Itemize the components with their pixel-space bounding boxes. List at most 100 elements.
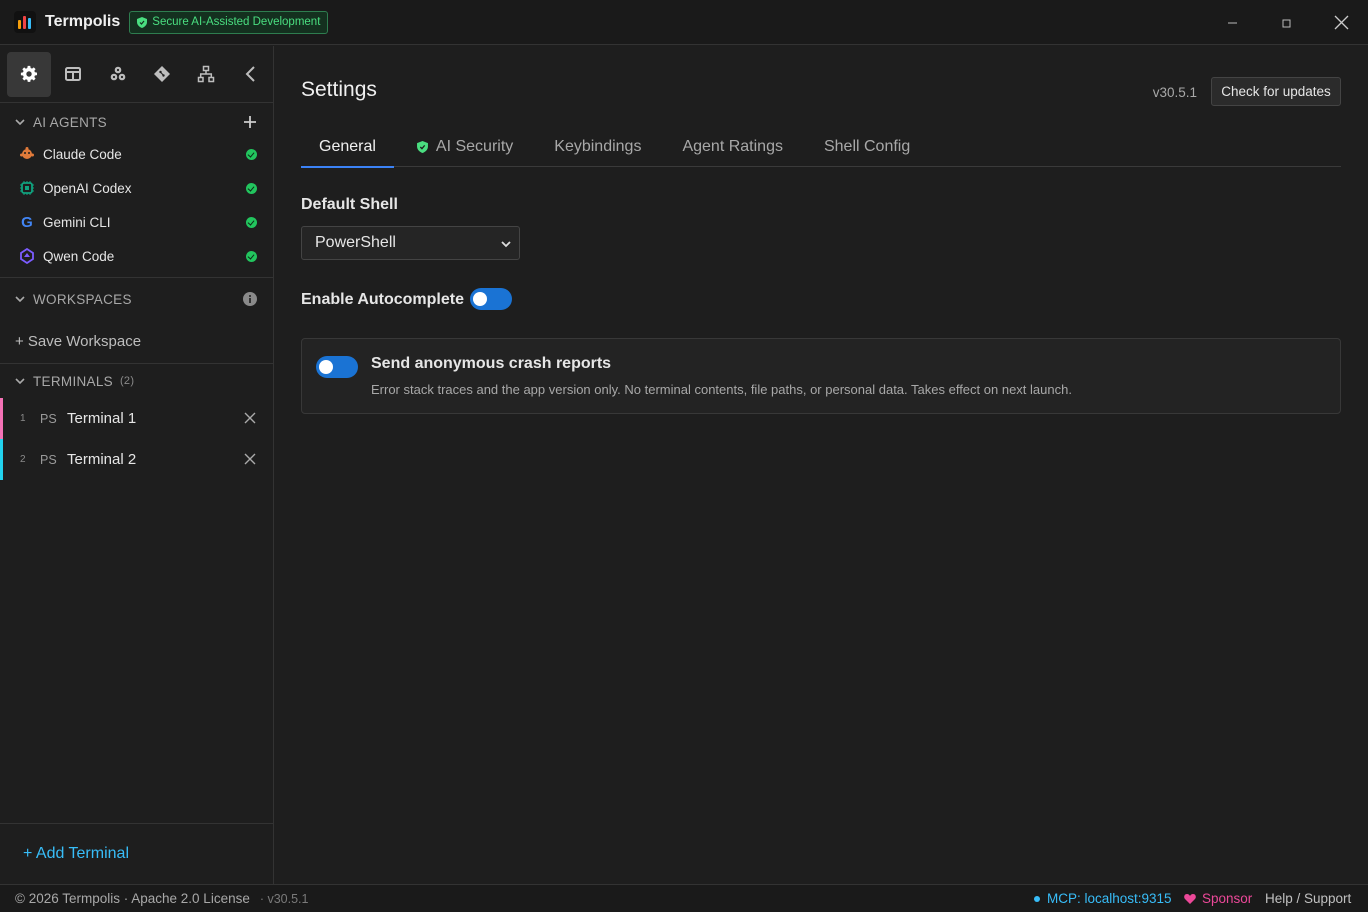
close-icon[interactable] <box>243 452 257 466</box>
shield-icon <box>416 140 428 153</box>
status-online-icon <box>246 250 257 262</box>
agent-gemini-cli[interactable]: G Gemini CLI <box>0 205 273 239</box>
tab-keybindings[interactable]: Keybindings <box>536 126 659 167</box>
tab-shell-config[interactable]: Shell Config <box>806 126 928 167</box>
select-value: PowerShell <box>315 234 396 251</box>
chevron-down-icon <box>15 378 25 385</box>
add-terminal-button[interactable]: + Add Terminal <box>0 823 273 884</box>
app-logo <box>14 11 36 33</box>
agents-icon <box>110 66 126 81</box>
shield-icon <box>137 16 148 28</box>
terminal-item-1[interactable]: 1 PS Terminal 1 <box>0 398 273 439</box>
close-window-button[interactable] <box>1318 0 1364 45</box>
default-shell-label: Default Shell <box>301 196 398 213</box>
status-bar: © 2026 Termpolis · Apache 2.0 License · … <box>0 884 1368 912</box>
chevron-left-icon <box>245 66 255 82</box>
collapse-sidebar-button[interactable] <box>229 52 273 97</box>
chevron-down-icon <box>15 119 25 126</box>
workspaces-title: WORKSPACES <box>33 291 132 307</box>
add-agent-icon[interactable] <box>243 115 257 129</box>
git-tab-button[interactable] <box>140 52 184 97</box>
agent-openai-codex[interactable]: OpenAI Codex <box>0 171 273 205</box>
close-icon <box>1334 15 1348 30</box>
workspaces-header[interactable]: WORKSPACES <box>0 278 273 320</box>
status-online-icon <box>246 148 257 160</box>
crash-reports-card: Send anonymous crash reports Error stack… <box>301 338 1341 414</box>
mcp-label: MCP: localhost:9315 <box>1047 891 1172 906</box>
terminal-item-2[interactable]: 2 PS Terminal 2 <box>0 439 273 480</box>
google-icon: G <box>21 213 33 231</box>
git-icon <box>154 66 171 82</box>
terminal-number: 2 <box>20 454 26 465</box>
info-icon[interactable] <box>243 292 257 306</box>
heart-icon <box>1184 894 1196 904</box>
crash-reports-toggle[interactable] <box>316 356 358 378</box>
network-tab-button[interactable] <box>184 52 228 97</box>
close-icon[interactable] <box>243 411 257 425</box>
title-bar: Termpolis Secure AI-Assisted Development <box>0 0 1368 45</box>
mcp-status[interactable]: MCP: localhost:9315 <box>1034 891 1172 906</box>
terminal-number: 1 <box>20 413 26 424</box>
settings-panel: Settings v30.5.1 Check for updates Gener… <box>275 46 1368 884</box>
tab-agent-ratings[interactable]: Agent Ratings <box>664 126 801 167</box>
minimize-button[interactable] <box>1209 0 1255 45</box>
qwen-icon <box>19 248 35 264</box>
status-online-icon <box>246 216 257 228</box>
terminals-count: (2) <box>119 375 135 387</box>
ai-agents-header[interactable]: AI AGENTS <box>0 107 273 137</box>
help-support-link[interactable]: Help / Support <box>1265 891 1351 906</box>
minimize-icon <box>1227 22 1237 24</box>
crash-reports-title: Send anonymous crash reports <box>371 355 612 372</box>
page-title: Settings <box>301 78 377 101</box>
layout-icon <box>65 67 82 81</box>
claude-icon <box>19 146 35 162</box>
status-online-icon <box>246 182 257 194</box>
default-shell-select[interactable]: PowerShell <box>301 226 520 260</box>
tab-ai-security[interactable]: AI Security <box>399 126 531 167</box>
agent-qwen-code[interactable]: Qwen Code <box>0 239 273 273</box>
agent-label: Gemini CLI <box>43 214 111 230</box>
terminals-title: TERMINALS <box>33 373 113 389</box>
agent-label: Qwen Code <box>43 248 115 264</box>
agent-label: Claude Code <box>43 146 122 162</box>
crash-reports-description: Error stack traces and the app version o… <box>371 382 1072 397</box>
shell-type: PS <box>40 411 57 426</box>
chevron-down-icon <box>15 296 25 303</box>
agent-label: OpenAI Codex <box>43 180 132 196</box>
maximize-icon <box>1282 19 1290 28</box>
autocomplete-label: Enable Autocomplete <box>301 291 464 308</box>
sidebar: AI AGENTS Claude Code OpenAI Codex G Gem… <box>0 46 274 884</box>
terminal-accent <box>0 439 3 480</box>
layout-tab-button[interactable] <box>51 52 95 97</box>
agent-claude-code[interactable]: Claude Code <box>0 137 273 171</box>
openai-icon <box>19 180 35 196</box>
app-title: Termpolis <box>45 13 121 30</box>
terminal-name: Terminal 1 <box>67 410 137 427</box>
ai-agents-title: AI AGENTS <box>33 114 107 130</box>
secure-badge-label: Secure AI-Assisted Development <box>152 16 321 28</box>
sponsor-label: Sponsor <box>1202 891 1253 906</box>
shell-type: PS <box>40 452 57 467</box>
sidebar-toolbar <box>0 46 273 103</box>
settings-tab-button[interactable] <box>7 51 52 97</box>
tab-label: AI Security <box>435 137 514 155</box>
secure-badge: Secure AI-Assisted Development <box>129 10 329 34</box>
tab-general[interactable]: General <box>301 126 394 168</box>
version-label: v30.5.1 <box>1152 85 1197 100</box>
mcp-dot-icon <box>1034 895 1040 902</box>
settings-tabs: General AI Security Keybindings Agent Ra… <box>301 126 1341 168</box>
check-updates-button[interactable]: Check for updates <box>1211 77 1341 106</box>
copyright-text: © 2026 Termpolis · Apache 2.0 License <box>15 891 250 906</box>
sponsor-link[interactable]: Sponsor <box>1184 891 1252 906</box>
maximize-button[interactable] <box>1263 0 1309 45</box>
gear-icon <box>21 65 38 82</box>
network-icon <box>198 65 215 83</box>
terminal-accent <box>0 398 3 439</box>
status-version: · v30.5.1 <box>259 891 309 906</box>
agents-tab-button[interactable] <box>96 52 140 97</box>
save-workspace-button[interactable]: + Save Workspace <box>0 320 273 363</box>
terminals-header[interactable]: TERMINALS (2) <box>0 364 273 398</box>
autocomplete-toggle[interactable] <box>470 288 512 310</box>
chevron-down-icon <box>501 241 511 248</box>
terminal-name: Terminal 2 <box>67 451 137 468</box>
